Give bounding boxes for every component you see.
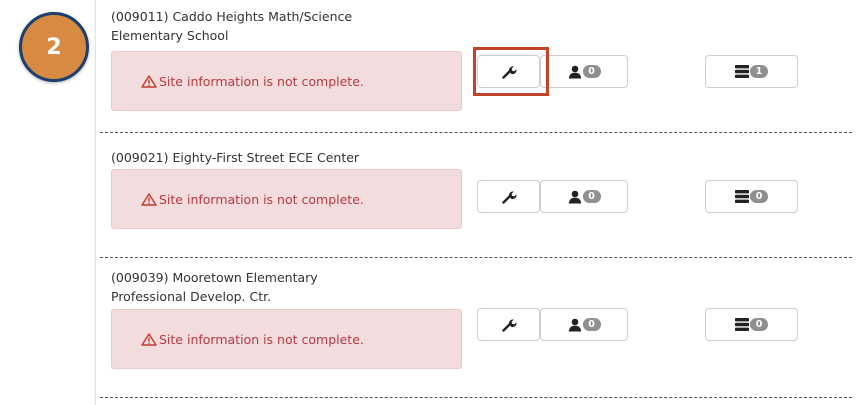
server-icon [735,318,749,331]
site-data-button[interactable]: 1 [705,55,798,88]
user-icon [568,190,581,203]
user-count-badge: 0 [582,190,601,203]
data-count-badge: 0 [750,190,768,203]
highlight-box [473,47,549,96]
user-icon [568,65,581,78]
wrench-icon [501,318,517,332]
data-count-badge: 0 [750,318,768,331]
site-users-button[interactable]: 0 [540,180,628,213]
site-incomplete-alert: Site information is not complete. [111,309,462,369]
user-count-badge: 0 [582,318,601,331]
user-count-badge: 0 [582,65,601,78]
site-divider [100,132,852,133]
site-divider [100,397,852,398]
site-users-button[interactable]: 0 [540,308,628,341]
edit-site-button[interactable] [477,308,540,341]
wrench-icon [501,190,517,204]
site-divider [100,257,852,258]
warning-icon [141,192,157,206]
step-number-badge: 2 [19,12,89,82]
site-users-button[interactable]: 0 [540,55,628,88]
user-icon [568,318,581,331]
warning-icon [141,74,157,88]
data-count-badge: 1 [750,65,768,78]
site-name: (009039) Mooretown Elementary Profession… [111,270,318,304]
site-name: (009011) Caddo Heights Math/Science Elem… [111,9,353,43]
site-data-button[interactable]: 0 [705,308,798,341]
edit-site-button[interactable] [477,180,540,213]
site-incomplete-alert: Site information is not complete. [111,51,462,111]
site-incomplete-alert: Site information is not complete. [111,169,462,229]
server-icon [735,190,749,203]
server-icon [735,65,749,78]
warning-icon [141,332,157,346]
site-name: (009021) Eighty-First Street ECE Center [111,150,360,165]
site-data-button[interactable]: 0 [705,180,798,213]
